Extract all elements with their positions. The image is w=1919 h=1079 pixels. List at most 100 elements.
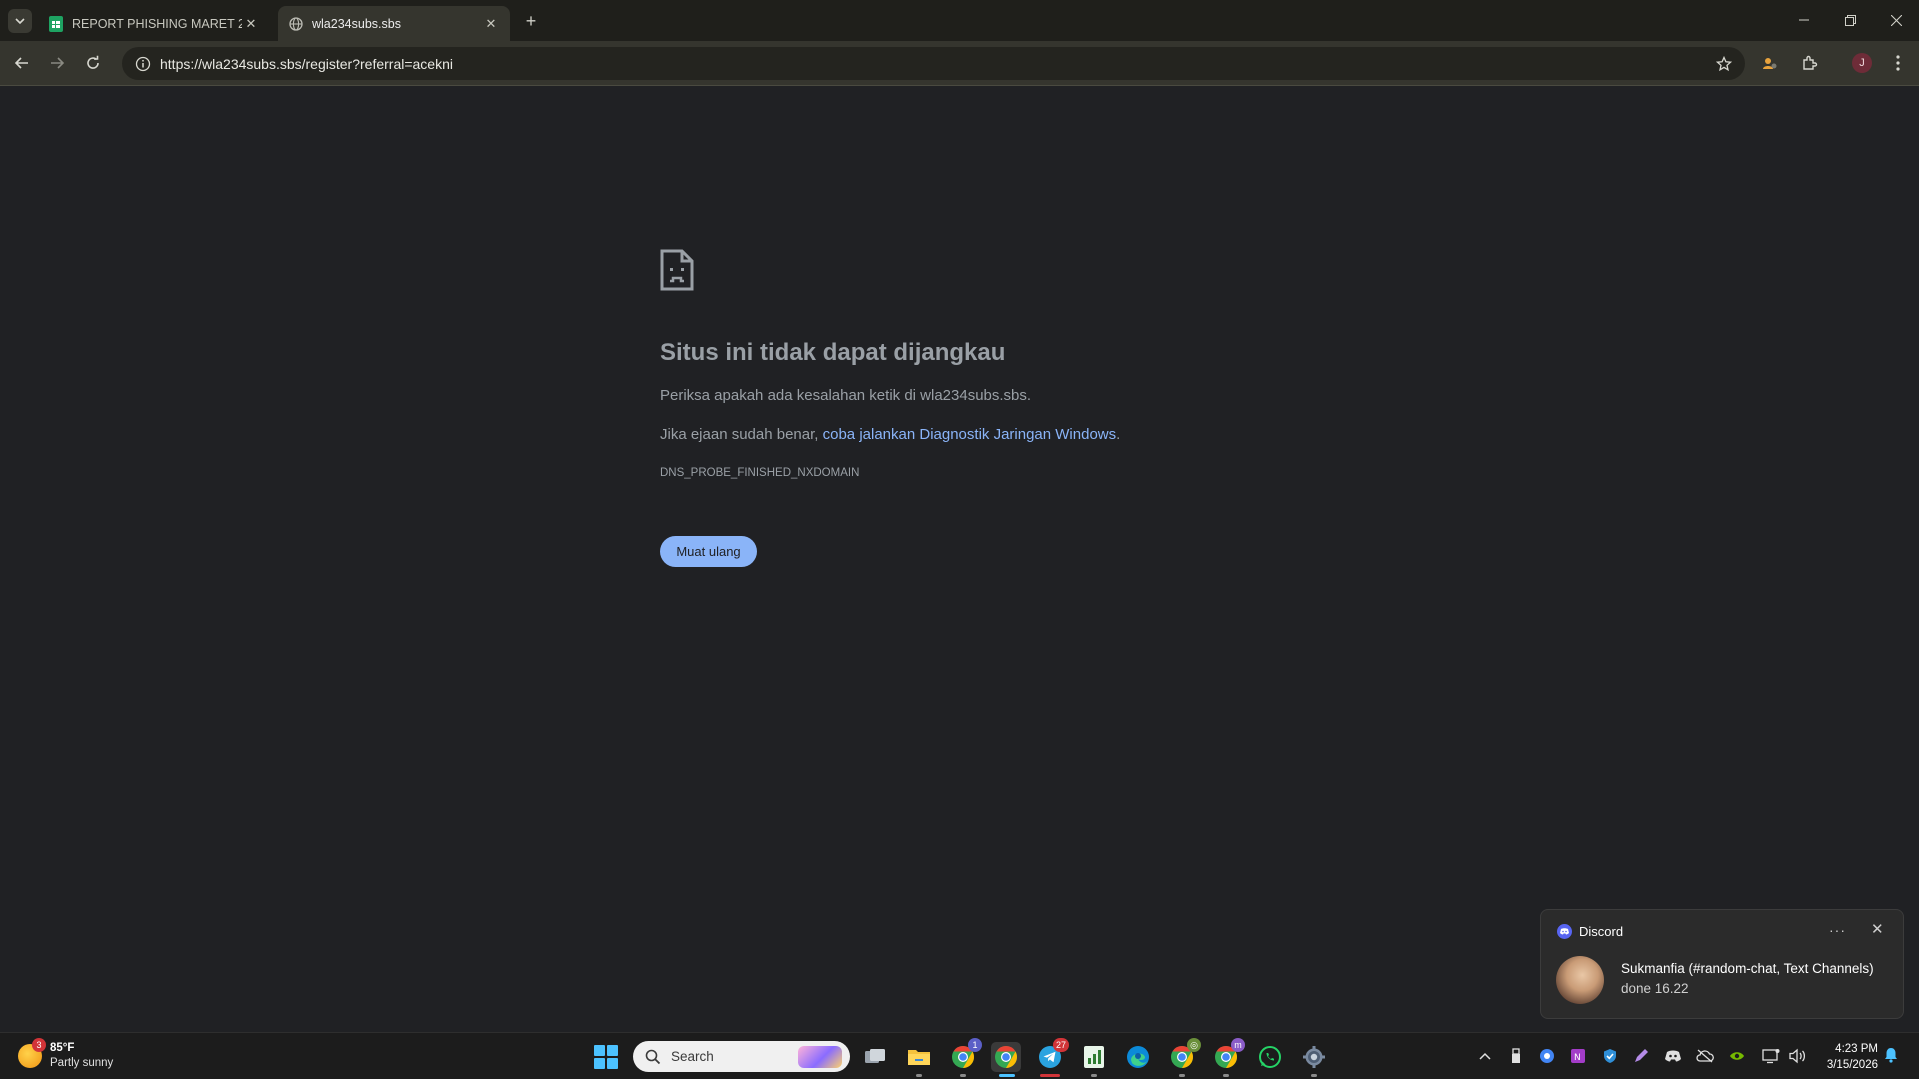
url-text[interactable]: https://wla234subs.sbs/register?referral…	[158, 56, 1709, 72]
weather-widget[interactable]: 3 85°F Partly sunny	[18, 1038, 114, 1071]
system-clock[interactable]: 4:23 PM 3/15/2026	[1818, 1041, 1878, 1073]
chevron-up-icon	[1479, 1052, 1491, 1060]
unread-badge: 27	[1052, 1038, 1069, 1052]
profile-avatar[interactable]: J	[1850, 51, 1874, 75]
pen-icon[interactable]	[1632, 1047, 1650, 1065]
whatsapp-icon	[1259, 1046, 1281, 1068]
chrome-button-3[interactable]: ◎	[1167, 1038, 1201, 1077]
page-title: Situs ini tidak dapat dijangkau	[660, 339, 1006, 366]
diagnostics-link[interactable]: coba jalankan Diagnostik Jaringan Window…	[823, 426, 1117, 443]
sad-document-icon	[660, 249, 694, 291]
arrow-left-icon	[14, 57, 28, 69]
spelling-prefix: Jika ejaan sudah benar,	[660, 426, 823, 443]
reload-icon	[87, 55, 99, 69]
address-bar[interactable]: https://wla234subs.sbs/register?referral…	[122, 47, 1745, 80]
partly-sunny-icon: 3	[18, 1038, 46, 1068]
restore-button[interactable]	[1827, 0, 1873, 40]
task-view-icon	[865, 1049, 885, 1063]
close-icon[interactable]: ✕	[242, 15, 260, 33]
reload-button[interactable]: Muat ulang	[660, 536, 757, 567]
start-button[interactable]	[594, 1045, 618, 1069]
more-vertical-icon	[1896, 55, 1900, 71]
show-hidden-icons-button[interactable]	[1476, 1047, 1494, 1065]
chrome-button-4[interactable]: m	[1211, 1038, 1245, 1077]
close-icon[interactable]: ✕	[482, 15, 500, 33]
cloud-offline-icon[interactable]	[1696, 1047, 1714, 1065]
site-info-icon[interactable]	[128, 56, 158, 72]
network-icon[interactable]	[1762, 1047, 1780, 1065]
notification-bell-icon[interactable]	[1884, 1047, 1898, 1068]
security-shield-icon[interactable]	[1601, 1047, 1619, 1065]
clock-time: 4:23 PM	[1835, 1043, 1878, 1055]
minimize-button[interactable]	[1781, 0, 1827, 40]
error-code: DNS_PROBE_FINISHED_NXDOMAIN	[660, 467, 860, 479]
profile-badge: m	[1231, 1038, 1245, 1052]
chart-app-button[interactable]	[1079, 1042, 1109, 1077]
clock-date: 3/15/2026	[1826, 1059, 1878, 1071]
tab-title: REPORT PHISHING MARET 2026	[72, 16, 242, 31]
usb-icon[interactable]	[1507, 1047, 1525, 1065]
spelling-text: Jika ejaan sudah benar, coba jalankan Di…	[660, 426, 1120, 443]
whatsapp-button[interactable]	[1255, 1042, 1285, 1072]
taskbar: 3 85°F Partly sunny Search 1 27 ◎ m N 4:…	[0, 1032, 1919, 1079]
telegram-button[interactable]: 27	[1035, 1038, 1069, 1077]
forward-button[interactable]	[43, 49, 71, 77]
windows-logo-icon	[594, 1045, 605, 1056]
task-view-button[interactable]	[860, 1042, 890, 1072]
bookmark-star-icon[interactable]	[1709, 55, 1739, 72]
folder-icon	[908, 1050, 930, 1065]
more-options-icon[interactable]: ···	[1829, 922, 1846, 938]
back-button[interactable]	[8, 49, 36, 77]
error-page: Situs ini tidak dapat dijangkau Periksa …	[0, 87, 1919, 1032]
discord-notification[interactable]: Discord ··· ✕ Sukmanfia (#random-chat, T…	[1540, 909, 1904, 1019]
discord-tray-icon[interactable]	[1664, 1047, 1682, 1065]
spelling-suffix: .	[1116, 426, 1121, 443]
taskbar-search[interactable]: Search	[633, 1041, 850, 1072]
close-icon	[1890, 14, 1902, 26]
globe-icon	[288, 16, 304, 32]
window-close-button[interactable]	[1873, 0, 1919, 40]
notification-title: Sukmanfia (#random-chat, Text Channels)	[1621, 961, 1874, 976]
weather-condition: Partly sunny	[50, 1057, 114, 1069]
gear-icon	[1303, 1046, 1325, 1068]
password-manager-icon[interactable]	[1758, 51, 1782, 75]
weather-temp: 85°F	[50, 1042, 75, 1054]
search-icon	[645, 1049, 661, 1064]
discord-icon	[1557, 924, 1572, 939]
tab-search-button[interactable]	[8, 9, 32, 33]
avatar: J	[1852, 53, 1872, 73]
tab-report-phishing[interactable]: REPORT PHISHING MARET 2026 ✕	[38, 6, 270, 41]
weather-badge: 3	[32, 1038, 46, 1052]
chrome-icon	[995, 1046, 1017, 1068]
chrome-button-1[interactable]: 1	[948, 1038, 982, 1077]
onenote-icon[interactable]: N	[1569, 1047, 1587, 1065]
volume-icon[interactable]	[1788, 1047, 1806, 1065]
menu-button[interactable]	[1886, 51, 1910, 75]
tab-strip: REPORT PHISHING MARET 2026 ✕ wla234subs.…	[0, 0, 1919, 41]
reload-toolbar-button[interactable]	[79, 49, 107, 77]
browser-toolbar: https://wla234subs.sbs/register?referral…	[0, 41, 1919, 86]
settings-button[interactable]	[1299, 1042, 1329, 1077]
tab-title: wla234subs.sbs	[312, 16, 401, 31]
close-icon[interactable]: ✕	[1871, 920, 1884, 938]
check-typo-text: Periksa apakah ada kesalahan ketik di wl…	[660, 387, 1032, 404]
new-tab-button[interactable]: +	[520, 10, 542, 32]
tab-wla234subs[interactable]: wla234subs.sbs ✕	[278, 6, 510, 41]
chrome-button-2[interactable]	[991, 1042, 1021, 1077]
search-placeholder: Search	[671, 1049, 714, 1064]
edge-icon	[1127, 1046, 1149, 1068]
chrome-tray-icon[interactable]	[1538, 1047, 1556, 1065]
arrow-right-icon	[51, 57, 65, 69]
search-highlight-icon	[798, 1045, 842, 1068]
extensions-icon[interactable]	[1797, 51, 1821, 75]
profile-badge: 1	[968, 1038, 982, 1052]
svg-text:N: N	[1574, 1053, 1581, 1063]
nvidia-icon[interactable]	[1728, 1047, 1746, 1065]
notification-app: Discord	[1557, 924, 1623, 939]
chevron-down-icon	[15, 18, 25, 25]
notification-message: done 16.22	[1621, 981, 1689, 996]
edge-button[interactable]	[1123, 1042, 1153, 1072]
chart-app-icon	[1084, 1046, 1104, 1068]
minimize-icon	[1799, 19, 1809, 21]
file-explorer-button[interactable]	[904, 1042, 934, 1077]
